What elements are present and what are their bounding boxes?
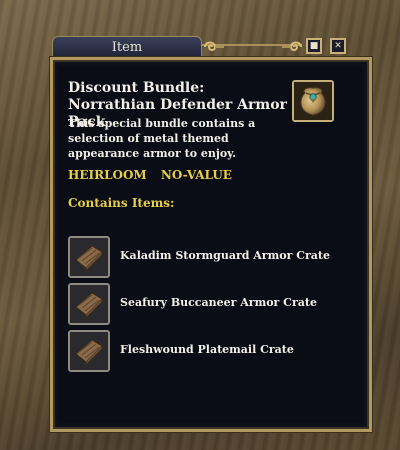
bundle-bag-icon <box>294 82 332 120</box>
contains-heading: Contains Items: <box>68 196 175 210</box>
crate-icon-art <box>70 332 108 370</box>
close-icon: ✕ <box>334 41 342 51</box>
close-button[interactable]: ✕ <box>330 38 346 54</box>
window-titlebar[interactable]: Item ■ ✕ <box>50 36 372 58</box>
swirl-ornament-icon <box>282 41 302 51</box>
window-title[interactable]: Item <box>52 36 202 58</box>
contained-item-row[interactable]: Seafury Buccaneer Armor Crate <box>68 283 348 325</box>
item-panel: Discount Bundle: Norrathian Defender Arm… <box>49 56 373 433</box>
flag-no-value: NO-VALUE <box>160 168 232 182</box>
crate-icon-art <box>70 238 108 276</box>
minimize-button[interactable]: ■ <box>306 38 322 54</box>
swirl-ornament-icon <box>204 41 224 51</box>
crate-icon[interactable] <box>68 283 110 325</box>
crate-icon[interactable] <box>68 330 110 372</box>
contained-item-label[interactable]: Fleshwound Platemail Crate <box>120 343 294 356</box>
contained-item-row[interactable]: Fleshwound Platemail Crate <box>68 330 348 372</box>
contained-item-row[interactable]: Kaladim Stormguard Armor Crate <box>68 236 348 278</box>
item-flags: HEIRLOOM NO-VALUE <box>68 168 242 182</box>
contained-item-label[interactable]: Kaladim Stormguard Armor Crate <box>120 249 330 262</box>
contained-item-label[interactable]: Seafury Buccaneer Armor Crate <box>120 296 317 309</box>
square-icon: ■ <box>309 41 319 51</box>
item-window: Item ■ ✕ Discount Bundle: Norrathian Def… <box>49 36 373 433</box>
flag-heirloom: HEIRLOOM <box>68 168 147 182</box>
crate-icon-art <box>70 285 108 323</box>
item-description: This special bundle contains a selection… <box>68 117 256 160</box>
crate-icon[interactable] <box>68 236 110 278</box>
item-icon-frame[interactable] <box>292 80 334 122</box>
